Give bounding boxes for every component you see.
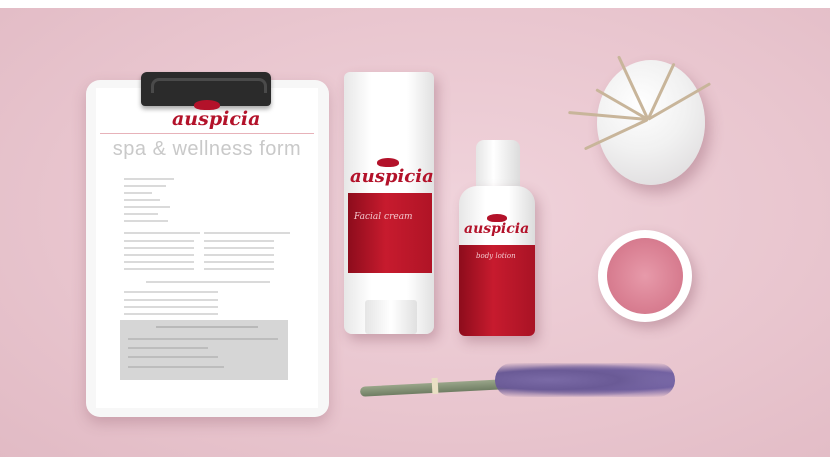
form-line [124,213,158,215]
lavender-tie [431,377,439,395]
form-line [204,261,274,263]
form-line [124,185,166,187]
product-mockup-scene: auspicia spa & wellness form auspicia Fa… [0,0,830,465]
form-line [128,366,224,368]
form-line [156,326,258,328]
top-border [0,0,830,8]
form-line [204,247,274,249]
form-line [124,192,152,194]
form-title: spa & wellness form [112,138,302,160]
form-line [204,240,274,242]
form-brand-name: auspicia [172,108,261,130]
form-line [124,206,170,208]
bottle-cap [476,140,520,190]
bottle-brand-name: auspicia [464,221,530,237]
form-line [124,199,160,201]
bottom-border [0,457,830,465]
form-line [124,306,218,308]
form-line [124,178,174,180]
form-line [124,220,168,222]
form-line [124,240,194,242]
tube-red-band [348,193,432,273]
form-line [124,291,218,293]
form-divider [100,133,314,134]
lavender-flowers [495,363,675,397]
form-line [204,254,274,256]
bottle-product-label: body lotion [476,252,516,260]
form-line [124,254,194,256]
form-line [204,268,274,270]
form-line [124,299,218,301]
form-line [124,313,218,315]
form-line [204,232,290,234]
form-line [124,247,194,249]
form-line [128,347,208,349]
form-line [128,356,218,358]
form-line [146,281,270,283]
form-line [124,232,200,234]
form-line [128,338,278,340]
form-line [124,268,194,270]
form-line [124,261,194,263]
tube-product-label: Facial cream [354,212,413,222]
pink-bath-salt [607,238,683,314]
tube-cap [365,300,417,334]
form-info-box [120,320,288,380]
tube-brand-name: auspicia [350,166,434,187]
reed-diffuser-vase [597,60,705,185]
